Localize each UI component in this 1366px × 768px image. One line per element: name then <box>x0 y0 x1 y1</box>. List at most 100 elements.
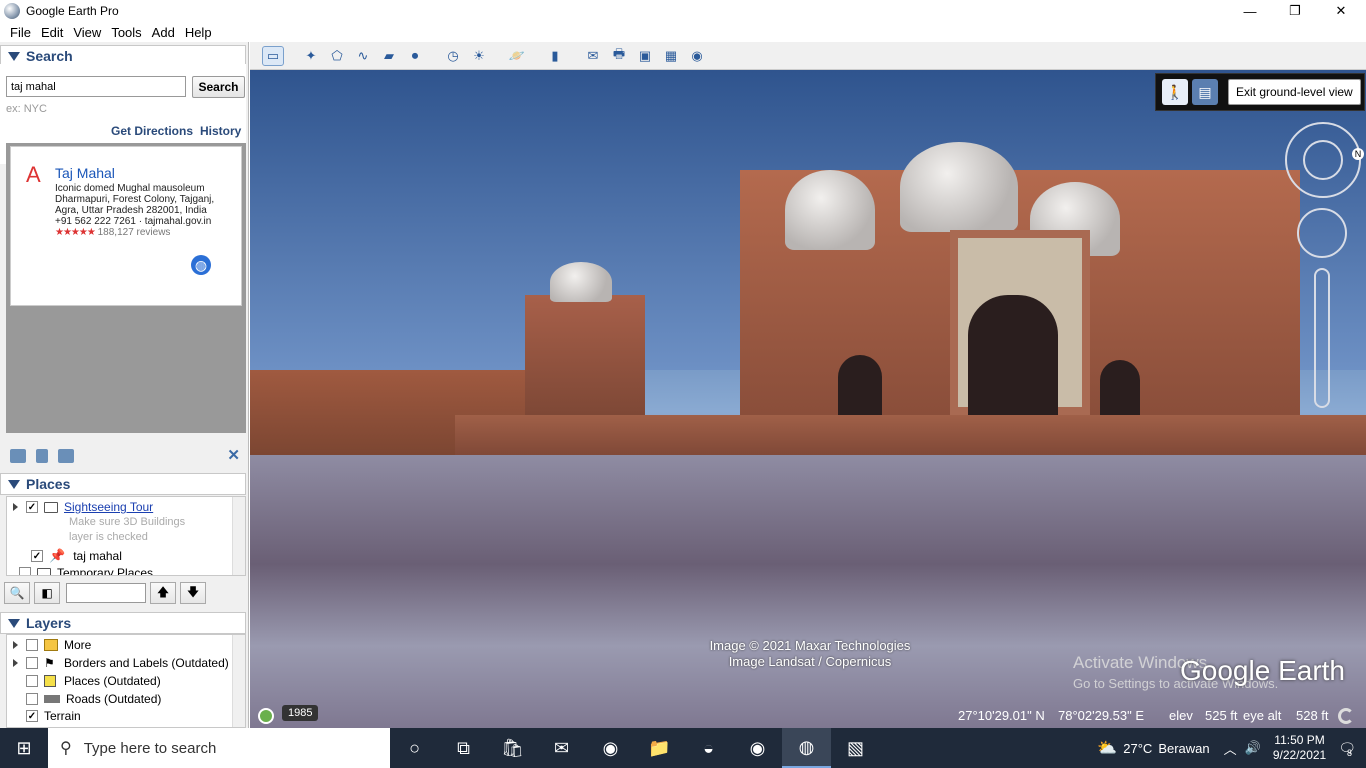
imagery-year[interactable]: 1985 <box>282 705 319 721</box>
menu-add[interactable]: Add <box>152 25 175 40</box>
result-title[interactable]: Taj Mahal <box>55 165 115 181</box>
zoom-slider[interactable] <box>1314 268 1330 408</box>
pavilion-dome <box>550 262 612 302</box>
checkbox[interactable]: ✓ <box>26 501 38 513</box>
layers-scrollbar[interactable] <box>232 635 245 727</box>
folder-icon <box>37 567 51 575</box>
exit-ground-level-button[interactable]: Exit ground-level view <box>1228 79 1361 105</box>
result-phone: +91 562 222 7261 · tajmahal.gov.in <box>55 216 212 227</box>
image-overlay-icon[interactable]: ▰ <box>378 46 400 66</box>
menu-help[interactable]: Help <box>185 25 212 40</box>
search-input[interactable] <box>6 76 186 97</box>
collapse-triangle-icon[interactable] <box>8 51 20 61</box>
layer-item-borders[interactable]: ⚑ Borders and Labels (Outdated) <box>13 656 229 670</box>
map-icon[interactable]: ▦ <box>660 46 682 66</box>
look-center[interactable] <box>1303 140 1343 180</box>
task-view-icon[interactable]: ⧉ <box>439 728 488 768</box>
polygon-icon[interactable]: ⬠ <box>326 46 348 66</box>
file-explorer-icon[interactable]: 📁 <box>635 728 684 768</box>
maximize-button[interactable]: ❐ <box>1272 0 1318 22</box>
history-link[interactable]: History <box>200 124 241 138</box>
search-button[interactable]: Search <box>192 76 245 98</box>
edge-icon[interactable]: ◒ <box>684 728 733 768</box>
record-tour-icon[interactable]: ⏺ <box>404 46 426 66</box>
menu-tools[interactable]: Tools <box>111 25 141 40</box>
earth-icon[interactable]: ◉ <box>686 46 708 66</box>
checkbox[interactable] <box>26 675 38 687</box>
weather-icon[interactable]: ⛅ <box>1097 738 1117 758</box>
move-joystick[interactable] <box>1297 208 1347 258</box>
tree-item-temporary[interactable]: Temporary Places <box>19 566 153 575</box>
search-icon[interactable]: 🔍 <box>4 582 30 604</box>
weather-temp[interactable]: 27°C <box>1123 741 1152 756</box>
move-down-icon[interactable]: 🡇 <box>180 582 206 604</box>
weather-desc[interactable]: Berawan <box>1158 741 1209 756</box>
chrome-profile-icon[interactable]: ◉ <box>733 728 782 768</box>
earth-viewer[interactable]: 🚶 ▤ Exit ground-level view N Image © 202… <box>250 70 1366 728</box>
result-card[interactable]: A Taj Mahal Iconic domed Mughal mausoleu… <box>10 146 242 306</box>
chevron-up-icon[interactable]: ︿ <box>1224 739 1237 758</box>
globe-icon[interactable]: ◍ <box>191 255 211 275</box>
taskbar-search[interactable]: ⚲ Type here to search <box>48 728 390 768</box>
north-icon[interactable]: N <box>1352 148 1364 160</box>
checkbox[interactable]: ✓ <box>26 710 38 722</box>
checkbox[interactable] <box>26 639 38 651</box>
add-folder-icon[interactable] <box>10 449 26 463</box>
menu-edit[interactable]: Edit <box>41 25 63 40</box>
sidebar-toggle-icon[interactable]: ▭ <box>262 45 284 66</box>
windows-start-icon[interactable]: ⊞ <box>0 728 48 768</box>
tree-item-sightseeing[interactable]: ✓ Sightseeing Tour <box>13 500 153 514</box>
clock[interactable]: 11:50 PM 9/22/2021 <box>1273 733 1326 763</box>
print-icon[interactable]: 🖶 <box>608 46 630 66</box>
ruler-icon[interactable]: ▮ <box>544 46 566 66</box>
collapse-triangle-icon[interactable] <box>8 479 20 489</box>
copy-icon[interactable] <box>36 449 48 463</box>
close-button[interactable]: ✕ <box>1318 0 1364 22</box>
sightseeing-tour-link[interactable]: Sightseeing Tour <box>64 500 153 514</box>
store-icon[interactable]: 🛍 <box>488 728 537 768</box>
places-panel-header[interactable]: Places <box>0 473 246 495</box>
historical-imagery-icon[interactable]: ◷ <box>442 46 464 66</box>
cortana-icon[interactable]: ○ <box>390 728 439 768</box>
path-icon[interactable]: ∿ <box>352 46 374 66</box>
checkbox[interactable]: ✓ <box>31 550 43 562</box>
checkbox[interactable] <box>19 567 31 575</box>
panel-toggle-icon[interactable]: ◧ <box>34 582 60 604</box>
move-up-icon[interactable]: 🡅 <box>150 582 176 604</box>
expand-arrow-icon[interactable] <box>13 641 18 649</box>
expand-arrow-icon[interactable] <box>13 659 18 667</box>
planets-icon[interactable]: 🪐 <box>506 46 528 66</box>
time: 11:50 PM <box>1274 733 1325 747</box>
places-scrollbar[interactable] <box>232 497 245 575</box>
historical-clock-icon[interactable] <box>258 708 274 724</box>
menu-file[interactable]: File <box>10 25 31 40</box>
tree-item-taj-mahal[interactable]: ✓ 📌 taj mahal <box>31 548 122 564</box>
collapse-triangle-icon[interactable] <box>8 618 20 628</box>
photos-icon[interactable]: ▧ <box>831 728 880 768</box>
ground-level-controls: 🚶 ▤ Exit ground-level view <box>1155 73 1365 111</box>
chrome-icon[interactable]: ◉ <box>586 728 635 768</box>
sunlight-icon[interactable]: ☀ <box>468 46 490 66</box>
building-icon[interactable]: ▤ <box>1192 79 1218 105</box>
email-icon[interactable]: ✉ <box>582 46 604 66</box>
layers-panel-header[interactable]: Layers <box>0 612 246 634</box>
minimize-button[interactable]: — <box>1227 0 1273 22</box>
close-results-icon[interactable]: ✕ <box>227 446 240 464</box>
places-filter-input[interactable] <box>66 583 146 603</box>
layer-item-terrain[interactable]: ✓ Terrain <box>26 709 81 723</box>
expand-arrow-icon[interactable] <box>13 503 18 511</box>
person-icon[interactable]: 🚶 <box>1162 79 1188 105</box>
layer-item-roads[interactable]: Roads (Outdated) <box>26 692 161 706</box>
google-earth-task-icon[interactable]: ◍ <box>782 728 831 768</box>
menu-view[interactable]: View <box>73 25 101 40</box>
print-icon[interactable] <box>58 449 74 463</box>
mail-icon[interactable]: ✉ <box>537 728 586 768</box>
checkbox[interactable] <box>26 657 38 669</box>
checkbox[interactable] <box>26 693 38 705</box>
save-image-icon[interactable]: ▣ <box>634 46 656 66</box>
placemark-icon[interactable]: ✦ <box>300 46 322 66</box>
layer-item-places[interactable]: Places (Outdated) <box>26 674 161 688</box>
get-directions-link[interactable]: Get Directions <box>111 124 193 138</box>
volume-icon[interactable]: 🔊 <box>1245 740 1261 756</box>
layer-item-more[interactable]: More <box>13 638 91 652</box>
